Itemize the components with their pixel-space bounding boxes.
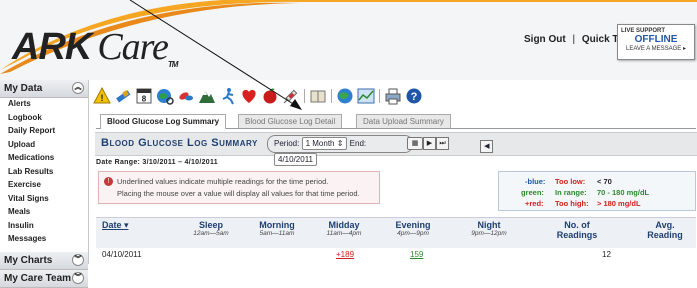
annotation-arrow <box>129 0 302 110</box>
expand-icon[interactable]: ︾ <box>72 271 84 284</box>
sidebar-section-label: My Care Team <box>4 272 72 284</box>
sidebar-section-my-care-team[interactable]: My Care Team ︾ <box>0 269 88 288</box>
